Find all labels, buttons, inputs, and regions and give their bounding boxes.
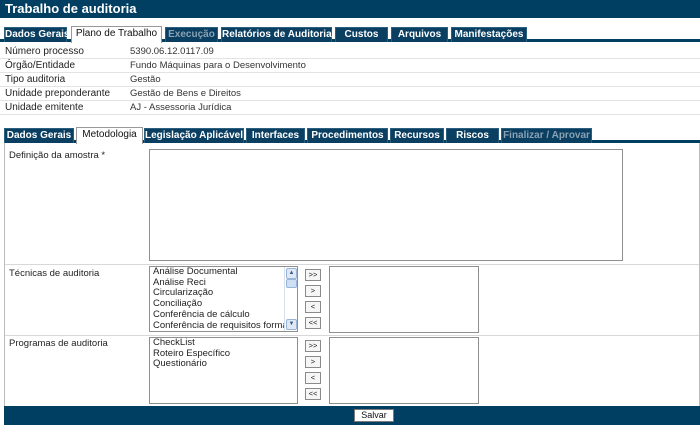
techniques-selected-list[interactable] — [329, 266, 479, 333]
programs-available-list[interactable]: CheckList Roteiro Específico Questionári… — [149, 337, 298, 404]
sample-textarea[interactable] — [149, 149, 623, 261]
tab-interfaces[interactable]: Interfaces — [246, 128, 305, 143]
info-row: Tipo auditoria Gestão — [0, 73, 700, 87]
info-label: Órgão/Entidade — [5, 60, 76, 71]
info-label: Unidade emitente — [5, 102, 84, 113]
info-value: Gestão de Bens e Direitos — [130, 88, 241, 99]
tab-dados-gerais[interactable]: Dados Gerais — [4, 128, 74, 143]
tab-finalizar-aprovar: Finalizar / Aprovar — [501, 128, 592, 143]
move-all-right-button[interactable]: >> — [305, 340, 321, 352]
info-row: Unidade emitente AJ - Assessoria Jurídic… — [0, 101, 700, 115]
tab-recursos[interactable]: Recursos — [390, 128, 444, 143]
tab-metodologia[interactable]: Metodologia — [76, 127, 143, 144]
metodologia-panel: Definição da amostra * Técnicas de audit… — [4, 143, 700, 406]
techniques-label: Técnicas de auditoria — [9, 268, 100, 279]
tab-plano-de-trabalho[interactable]: Plano de Trabalho — [71, 26, 162, 43]
sample-label: Definição da amostra * — [9, 150, 106, 161]
info-value: AJ - Assessoria Jurídica — [130, 102, 232, 113]
move-right-button[interactable]: > — [305, 356, 321, 368]
list-item[interactable]: Conferência de requisitos formais — [150, 320, 297, 331]
tab-custos[interactable]: Custos — [335, 27, 388, 42]
process-info: Número processo 5390.06.12.0117.09 Órgão… — [0, 45, 700, 115]
tab-legislacao-aplicavel[interactable]: Legislação Aplicável — [144, 128, 244, 143]
footer-bar: Salvar — [4, 406, 700, 425]
scroll-down-icon[interactable]: ▼ — [286, 319, 297, 330]
move-left-button[interactable]: < — [305, 372, 321, 384]
info-row: Órgão/Entidade Fundo Máquinas para o Des… — [0, 59, 700, 73]
divider — [5, 335, 699, 336]
info-label: Unidade preponderante — [5, 88, 111, 99]
window-title: Trabalho de auditoria — [0, 0, 700, 18]
scroll-up-icon[interactable]: ▲ — [286, 268, 297, 279]
move-left-button[interactable]: < — [305, 301, 321, 313]
move-all-left-button[interactable]: << — [305, 317, 321, 329]
move-all-left-button[interactable]: << — [305, 388, 321, 400]
divider — [5, 264, 699, 265]
sub-tabs: Dados Gerais Metodologia Legislação Apli… — [4, 127, 700, 144]
main-tabs: Dados Gerais Plano de Trabalho Execução … — [0, 22, 700, 43]
tab-dados-gerais[interactable]: Dados Gerais — [4, 27, 69, 42]
techniques-available-list[interactable]: Análise Documental Análise Reci Circular… — [149, 266, 298, 332]
info-label: Número processo — [5, 46, 84, 57]
save-button[interactable]: Salvar — [354, 409, 394, 422]
tab-procedimentos[interactable]: Procedimentos — [307, 128, 388, 143]
move-right-button[interactable]: > — [305, 285, 321, 297]
scroll-thumb[interactable] — [286, 279, 297, 288]
info-value: Gestão — [130, 74, 161, 85]
tab-relatorios-de-auditoria[interactable]: Relatórios de Auditoria — [221, 27, 332, 42]
programs-label: Programas de auditoria — [9, 338, 108, 349]
info-value: 5390.06.12.0117.09 — [130, 46, 214, 57]
tab-manifestacoes[interactable]: Manifestações — [451, 27, 527, 42]
programs-selected-list[interactable] — [329, 337, 479, 404]
move-all-right-button[interactable]: >> — [305, 269, 321, 281]
info-value: Fundo Máquinas para o Desenvolvimento — [130, 60, 306, 71]
list-item[interactable]: Conferência de cálculo — [150, 309, 297, 321]
info-label: Tipo auditoria — [5, 74, 66, 85]
info-row: Número processo 5390.06.12.0117.09 — [0, 45, 700, 59]
info-row: Unidade preponderante Gestão de Bens e D… — [0, 87, 700, 101]
list-item[interactable]: Questionário — [150, 359, 297, 370]
tab-riscos[interactable]: Riscos — [446, 128, 499, 143]
tab-arquivos[interactable]: Arquivos — [391, 27, 448, 42]
tab-execucao: Execução — [165, 27, 218, 42]
list-scrollbar[interactable]: ▲ ▼ — [284, 267, 297, 331]
